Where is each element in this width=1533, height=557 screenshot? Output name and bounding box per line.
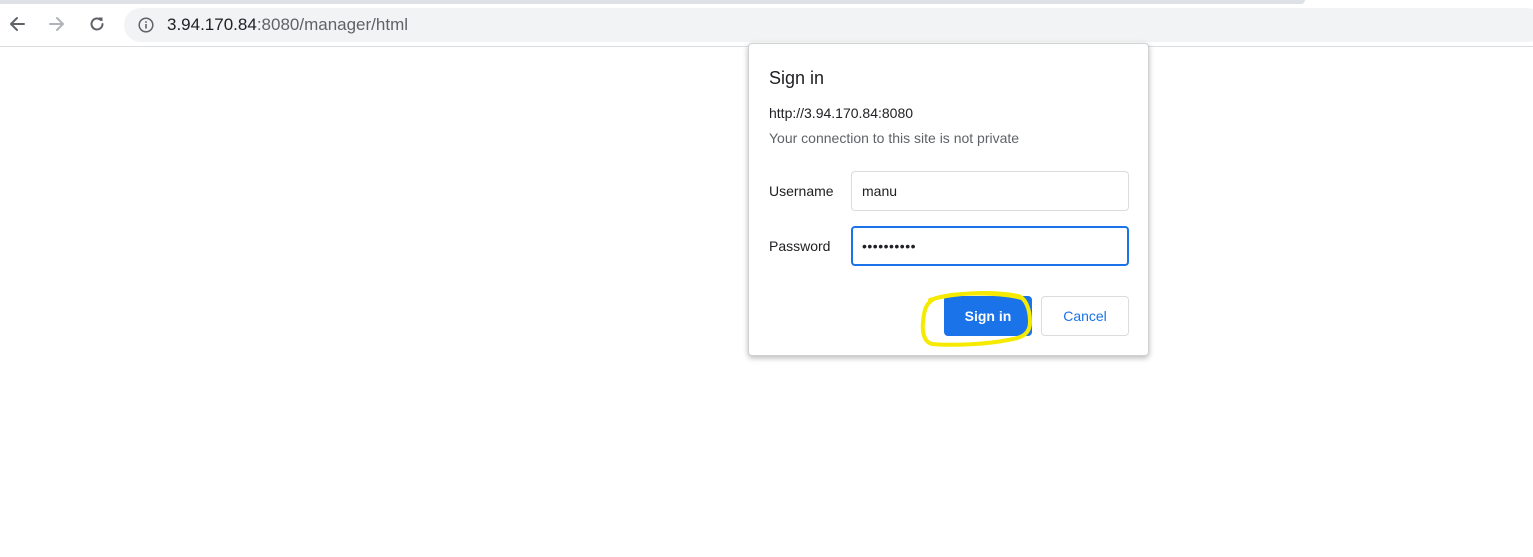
forward-arrow-icon <box>49 17 64 31</box>
url-host: 3.94.170.84 <box>167 15 257 34</box>
browser-toolbar: 3.94.170.84:8080/manager/html <box>0 4 1533 47</box>
forward-button[interactable] <box>43 10 71 38</box>
url-path: :8080/manager/html <box>256 15 409 34</box>
reload-button[interactable] <box>83 10 111 38</box>
password-field[interactable] <box>851 226 1129 266</box>
info-icon[interactable] <box>138 17 154 33</box>
back-arrow-icon <box>10 17 25 31</box>
dialog-origin: http://3.94.170.84:8080 <box>769 105 914 121</box>
back-button[interactable] <box>3 10 31 38</box>
sign-in-button[interactable]: Sign in <box>944 296 1032 336</box>
privacy-warning: Your connection to this site is not priv… <box>769 130 1020 146</box>
dialog-title: Sign in <box>769 68 825 88</box>
username-field[interactable] <box>851 171 1129 211</box>
cancel-button[interactable]: Cancel <box>1041 296 1129 336</box>
password-label: Password <box>769 238 831 254</box>
sign-in-dialog: Sign in http://3.94.170.84:8080 Your con… <box>748 43 1149 356</box>
address-bar[interactable]: 3.94.170.84:8080/manager/html <box>124 8 1533 42</box>
url-text[interactable]: 3.94.170.84:8080/manager/html <box>167 16 408 34</box>
reload-icon <box>90 17 104 31</box>
username-label: Username <box>769 183 834 199</box>
